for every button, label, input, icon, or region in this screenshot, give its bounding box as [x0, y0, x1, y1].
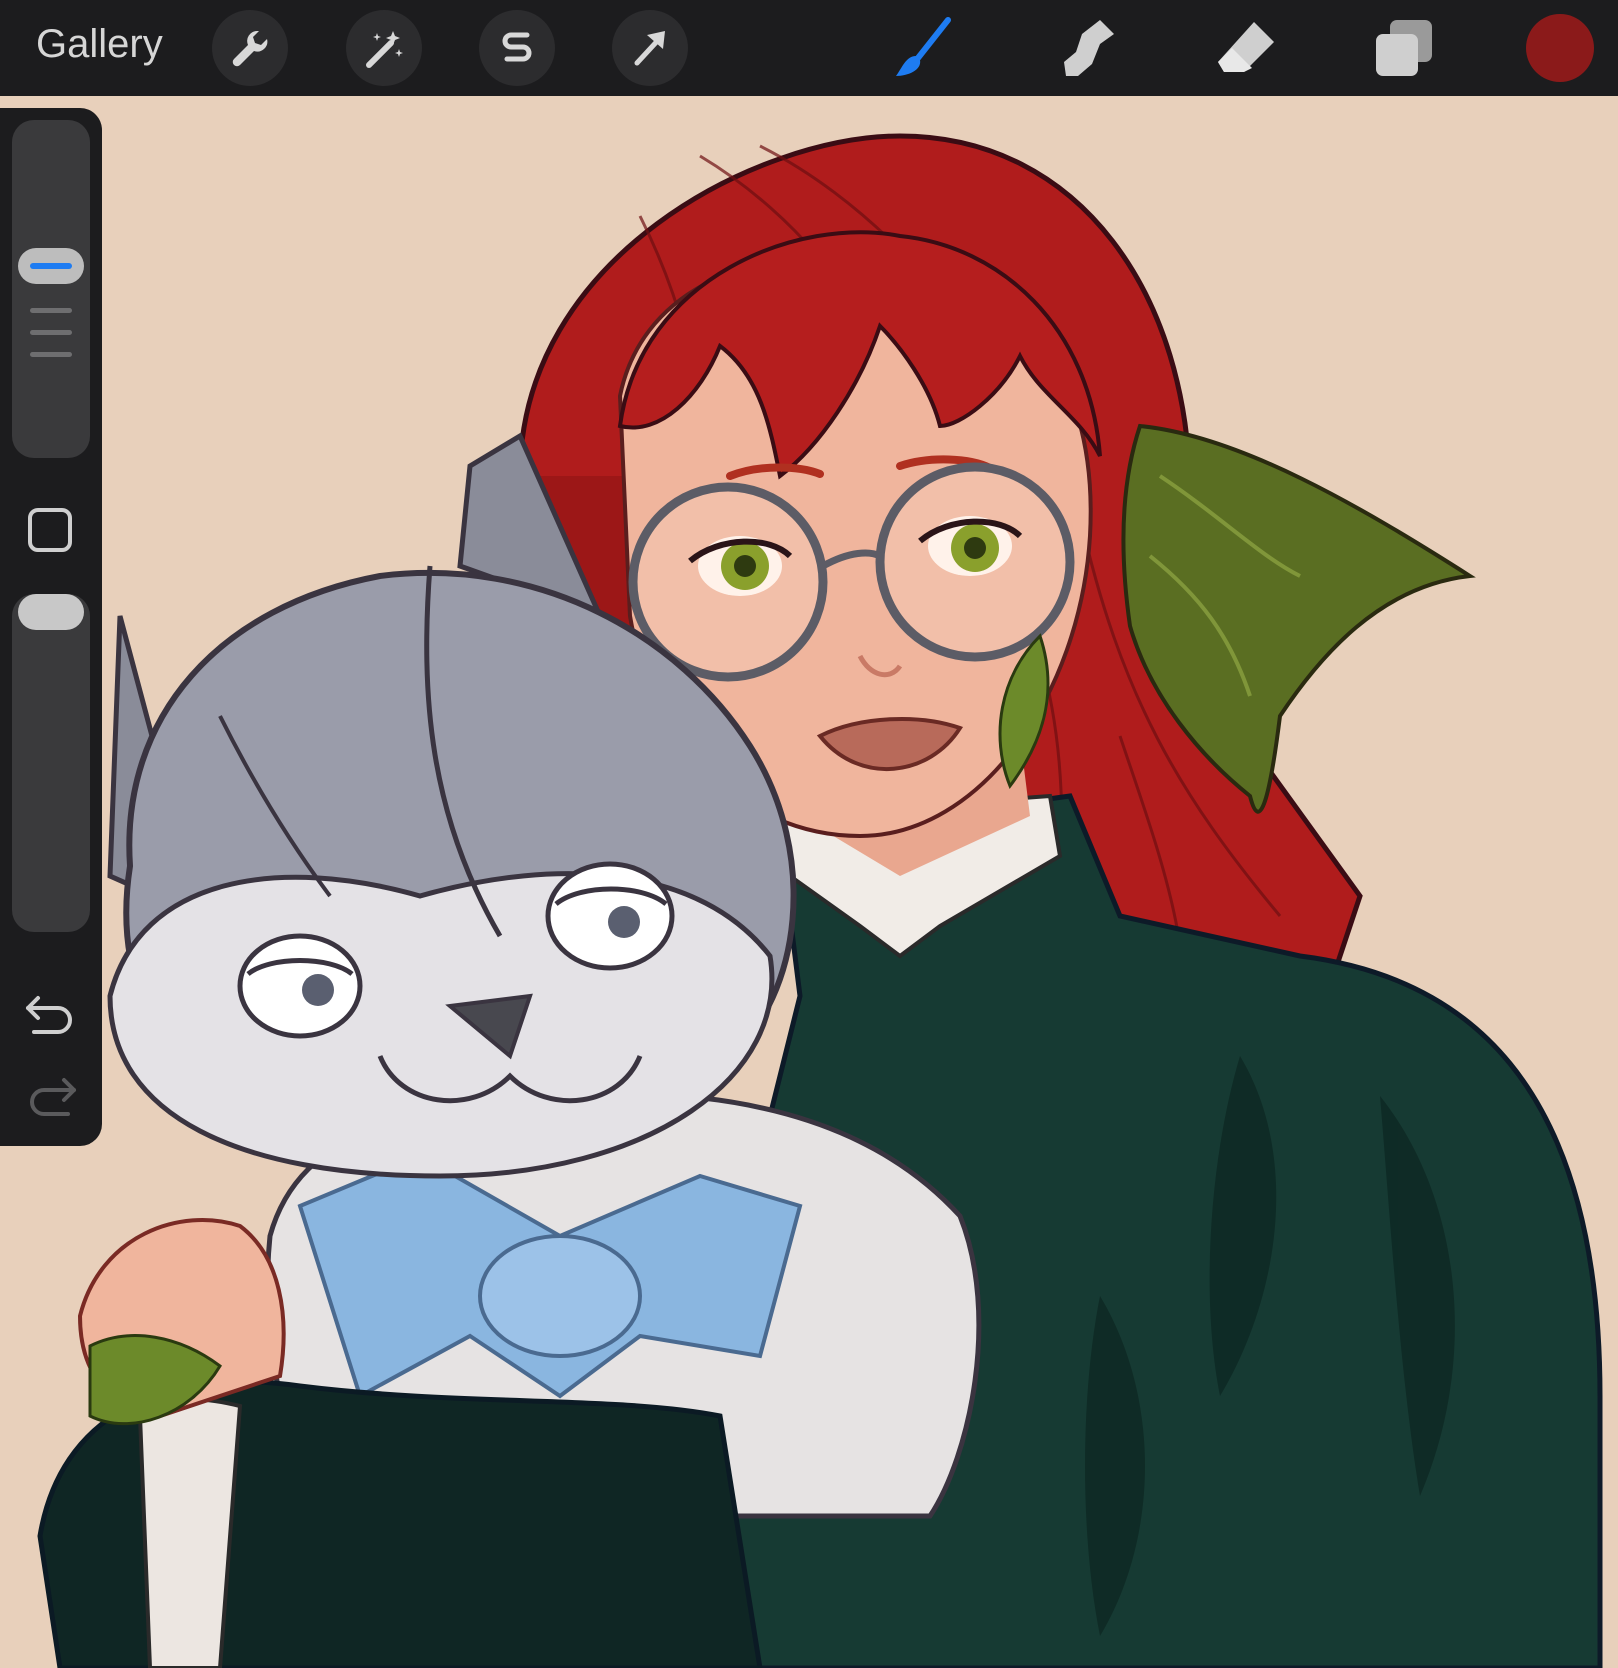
size-tick — [30, 308, 72, 313]
actions-button[interactable] — [212, 10, 288, 86]
brush-size-indicator — [30, 263, 72, 269]
size-tick — [30, 352, 72, 357]
gallery-button[interactable]: Gallery — [36, 22, 163, 67]
transform-arrow-icon — [634, 31, 665, 66]
sidebar-panel — [0, 108, 102, 1146]
eraser-tool-button[interactable] — [1208, 10, 1284, 86]
transform-button[interactable] — [612, 10, 688, 86]
wrench-icon — [232, 31, 268, 67]
modify-square-button[interactable] — [28, 508, 72, 552]
selection-s-icon — [502, 32, 532, 62]
brush-tool-button[interactable] — [886, 10, 962, 86]
smudge-tool-button[interactable] — [1050, 10, 1126, 86]
brush-size-slider[interactable] — [12, 120, 90, 458]
redo-icon[interactable] — [24, 1070, 78, 1120]
layers-icon — [1376, 20, 1432, 76]
brush-icon — [896, 17, 951, 76]
opacity-thumb[interactable] — [18, 594, 84, 630]
undo-icon[interactable] — [24, 988, 78, 1038]
top-toolbar: Gallery — [0, 0, 1618, 96]
magic-wand-icon — [366, 31, 403, 68]
size-tick — [30, 330, 72, 335]
selection-button[interactable] — [479, 10, 555, 86]
color-swatch-button[interactable] — [1526, 14, 1594, 82]
adjustments-button[interactable] — [346, 10, 422, 86]
artwork-illustration — [37, 133, 1603, 1668]
opacity-slider[interactable] — [12, 594, 90, 932]
brush-size-thumb[interactable] — [18, 248, 84, 284]
eraser-icon — [1218, 22, 1274, 72]
layers-button[interactable] — [1366, 10, 1442, 86]
smudge-icon — [1064, 20, 1114, 76]
drawing-canvas[interactable] — [0, 96, 1618, 1668]
